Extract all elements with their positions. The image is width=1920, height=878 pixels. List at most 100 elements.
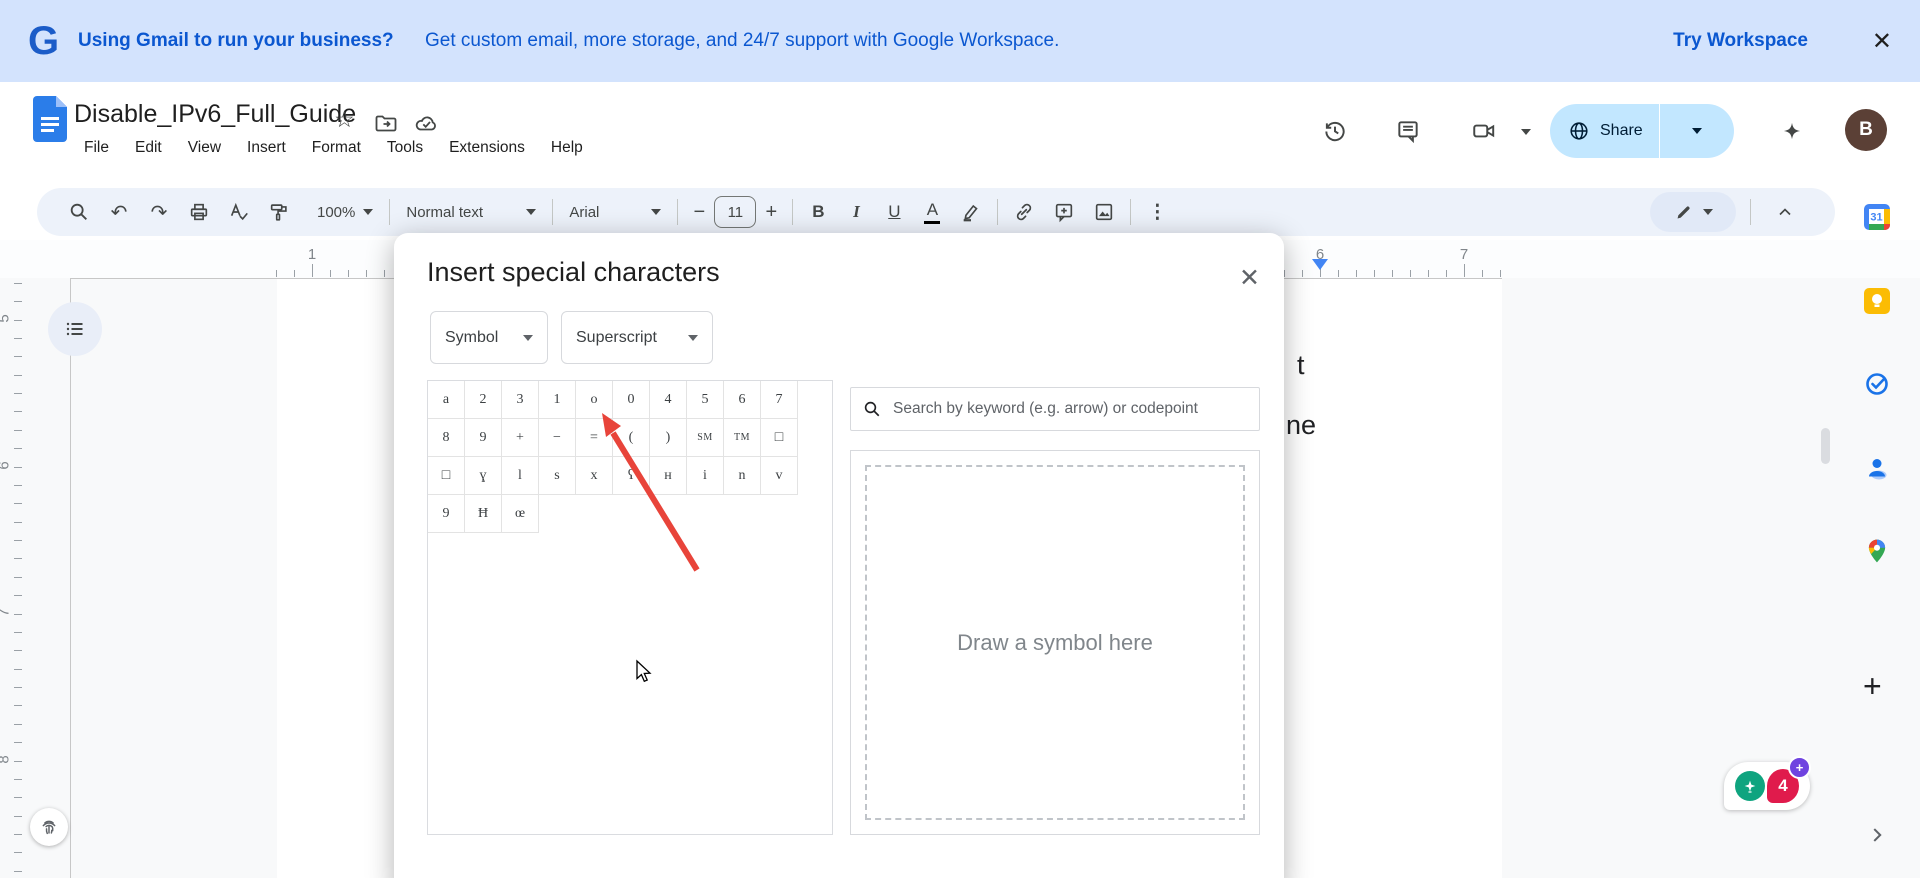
editing-mode-select[interactable] [1650, 192, 1736, 232]
character-cell[interactable]: x [576, 457, 613, 495]
toolbar-divider [997, 199, 998, 225]
symbol-search-box[interactable] [850, 387, 1260, 431]
character-cell[interactable]: Ħ [465, 495, 502, 533]
character-cell[interactable]: 9 [428, 495, 465, 533]
highlight-color-button[interactable] [951, 192, 991, 232]
character-cell[interactable]: SM [687, 419, 724, 457]
menu-edit[interactable]: Edit [135, 139, 162, 157]
draw-symbol-canvas[interactable]: Draw a symbol here [865, 465, 1245, 820]
character-cell[interactable]: 6 [724, 381, 761, 419]
character-cell[interactable]: 3 [502, 381, 539, 419]
indent-marker[interactable] [1312, 259, 1328, 270]
character-cell[interactable]: n [724, 457, 761, 495]
share-dropdown-caret[interactable] [1692, 128, 1702, 134]
menu-insert[interactable]: Insert [247, 139, 286, 157]
character-cell[interactable]: v [761, 457, 798, 495]
search-input[interactable] [891, 399, 1247, 419]
font-select[interactable]: Arial [559, 194, 671, 230]
character-cell[interactable]: a [428, 381, 465, 419]
character-cell[interactable]: 8 [428, 419, 465, 457]
character-cell[interactable]: 0 [613, 381, 650, 419]
document-outline-button[interactable] [48, 302, 102, 356]
meet-dropdown-caret[interactable] [1521, 129, 1531, 135]
character-cell[interactable]: l [502, 457, 539, 495]
zoom-select[interactable]: 100% [307, 194, 383, 230]
subcategory-select[interactable]: Superscript [561, 311, 713, 364]
contacts-icon[interactable] [1864, 455, 1890, 481]
bold-button[interactable]: B [799, 202, 837, 222]
menu-format[interactable]: Format [312, 139, 361, 157]
character-cell[interactable]: ʜ [650, 457, 687, 495]
move-folder-icon[interactable] [374, 111, 398, 135]
accessibility-fingerprint-button[interactable] [30, 808, 68, 846]
decrease-font-button[interactable]: − [684, 192, 714, 232]
tasks-icon[interactable] [1864, 371, 1890, 397]
character-cell[interactable]: ( [613, 419, 650, 457]
more-toolbar-button[interactable]: ⋮ [1137, 192, 1177, 232]
try-workspace-link[interactable]: Try Workspace [1673, 30, 1808, 52]
text-color-button[interactable]: A [913, 200, 951, 225]
character-cell[interactable]: 1 [539, 381, 576, 419]
hide-menus-chevron[interactable] [1765, 192, 1805, 232]
meet-video-button[interactable] [1462, 109, 1506, 153]
version-history-button[interactable] [1313, 109, 1357, 153]
character-cell[interactable]: ɣ [465, 457, 502, 495]
paint-format-button[interactable] [259, 192, 299, 232]
character-cell[interactable]: = [576, 419, 613, 457]
character-cell[interactable]: i [687, 457, 724, 495]
italic-button[interactable]: I [837, 202, 875, 222]
draw-symbol-panel[interactable]: Draw a symbol here [850, 450, 1260, 835]
character-cell[interactable]: s [539, 457, 576, 495]
search-menus-button[interactable] [59, 192, 99, 232]
document-title[interactable]: Disable_IPv6_Full_Guide [74, 100, 356, 129]
undo-button[interactable]: ↶ [99, 192, 139, 232]
character-cell[interactable]: 7 [761, 381, 798, 419]
character-cell[interactable]: œ [502, 495, 539, 533]
character-cell[interactable]: □ [761, 419, 798, 457]
character-cell[interactable]: 5 [687, 381, 724, 419]
add-comment-button[interactable] [1044, 192, 1084, 232]
docs-file-icon[interactable] [33, 96, 67, 142]
spellcheck-button[interactable] [219, 192, 259, 232]
share-button[interactable]: Share [1550, 104, 1734, 158]
menu-help[interactable]: Help [551, 139, 583, 157]
redo-button[interactable]: ↷ [139, 192, 179, 232]
insert-image-button[interactable] [1084, 192, 1124, 232]
menu-tools[interactable]: Tools [387, 139, 423, 157]
character-cell[interactable]: − [539, 419, 576, 457]
print-button[interactable] [179, 192, 219, 232]
dialog-close-icon[interactable]: ✕ [1239, 263, 1260, 292]
side-panel-toggle[interactable] [1866, 824, 1888, 846]
character-cell[interactable]: ) [650, 419, 687, 457]
character-cell[interactable]: o [576, 381, 613, 419]
character-cell[interactable]: 4 [650, 381, 687, 419]
paragraph-style-select[interactable]: Normal text [396, 194, 546, 230]
account-avatar[interactable]: B [1845, 109, 1887, 151]
character-cell[interactable]: 2 [465, 381, 502, 419]
character-cell[interactable]: + [502, 419, 539, 457]
comment-history-button[interactable] [1386, 109, 1430, 153]
get-addons-button[interactable]: + [1863, 668, 1882, 705]
insert-link-button[interactable] [1004, 192, 1044, 232]
gemini-sparkle-icon[interactable] [1770, 109, 1814, 153]
star-icon[interactable]: ☆ [334, 106, 355, 133]
menu-extensions[interactable]: Extensions [449, 139, 525, 157]
keep-icon[interactable] [1864, 288, 1890, 314]
underline-button[interactable]: U [875, 202, 913, 222]
category-select[interactable]: Symbol [430, 311, 548, 364]
scrollbar-thumb[interactable] [1821, 428, 1830, 464]
character-cell[interactable]: ʕ [613, 457, 650, 495]
banner-close-icon[interactable]: ✕ [1872, 27, 1892, 55]
character-cell[interactable]: □ [428, 457, 465, 495]
toolbar-divider [1130, 199, 1131, 225]
character-cell[interactable]: 9 [465, 419, 502, 457]
cloud-saved-icon[interactable] [414, 111, 439, 135]
increase-font-button[interactable]: + [756, 192, 786, 232]
maps-icon[interactable] [1864, 538, 1890, 564]
menu-view[interactable]: View [188, 139, 221, 157]
character-cell[interactable]: TM [724, 419, 761, 457]
document-text-fragment: t [1297, 350, 1305, 381]
font-size-input[interactable]: 11 [714, 196, 756, 228]
calendar-icon[interactable]: 31 [1864, 204, 1890, 230]
menu-file[interactable]: File [84, 139, 109, 157]
